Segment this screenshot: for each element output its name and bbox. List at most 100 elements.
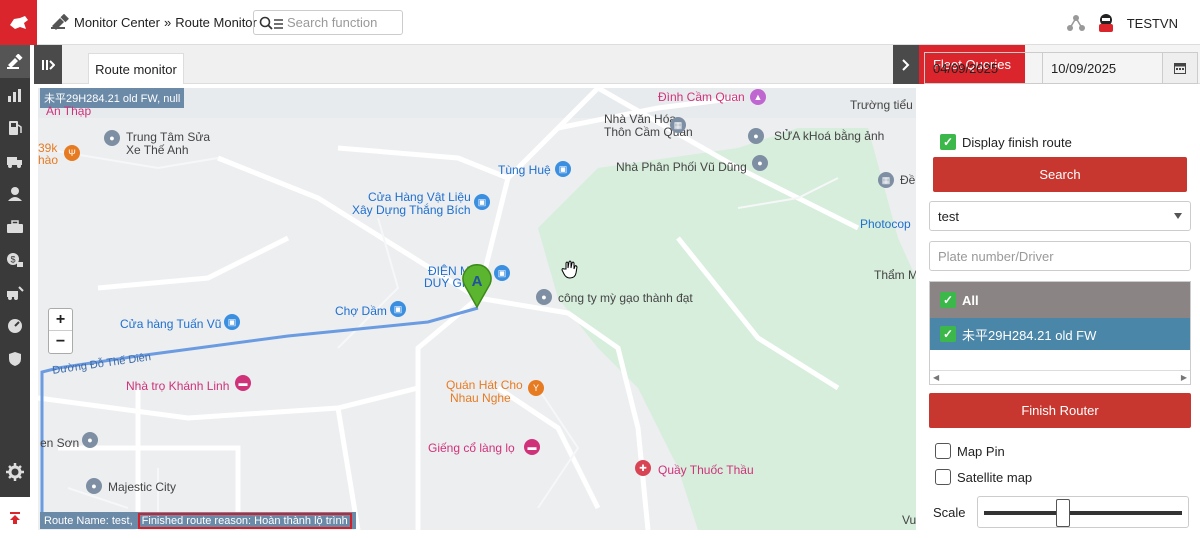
avatar[interactable] <box>1095 12 1117 34</box>
place-label: Trung Tâm Sửa <box>126 130 211 144</box>
sidebar-item-maintenance[interactable] <box>0 276 30 309</box>
place-label: Cửa Hàng Vật Liệu <box>368 190 471 204</box>
zoom-in-button[interactable]: + <box>49 309 72 331</box>
date-from-field[interactable]: 04/09/2025 <box>924 52 1043 84</box>
sidebar: $ <box>0 45 30 538</box>
cart-icon: ▣ <box>224 314 240 330</box>
gauge-icon <box>8 318 22 333</box>
vehicle-list: ✓ All ✓ 未平29H284.21 old FW ◀ ▶ <box>929 281 1191 385</box>
temple-icon: ▲ <box>750 89 766 105</box>
driver-icon <box>8 186 22 201</box>
place-label: công ty mỳ gạo thành đạt <box>558 291 693 305</box>
place-label: hào <box>38 153 59 167</box>
monitor-icon <box>7 53 23 69</box>
sidebar-item-monitor[interactable] <box>0 45 30 78</box>
place-label: An Thạp <box>46 104 92 118</box>
scroll-left-icon[interactable]: ◀ <box>933 373 939 382</box>
place-label: Nhà trọ Khánh Linh <box>126 379 230 393</box>
shop-icon: ▣ <box>555 161 571 177</box>
satellite-map-label: Satellite map <box>957 469 1033 485</box>
sidebar-item-drivers[interactable] <box>0 177 30 210</box>
tab-route-monitor[interactable]: Route monitor <box>88 53 184 84</box>
calendar-button[interactable] <box>1162 52 1198 84</box>
network-icon[interactable] <box>1066 14 1085 32</box>
sidebar-item-business[interactable] <box>0 210 30 243</box>
place-label: Tùng Huệ <box>498 163 551 177</box>
zoom-out-button[interactable]: − <box>49 331 72 353</box>
sidebar-item-vehicles[interactable] <box>0 144 30 177</box>
shop-icon: ▣ <box>494 265 510 281</box>
search-input[interactable]: Search function <box>253 10 403 35</box>
place-label: DUY GI <box>424 276 466 290</box>
display-finish-route-checkbox[interactable]: ✓ Display finish route <box>940 134 1072 150</box>
search-button[interactable]: Search <box>933 157 1187 192</box>
place-label: Photocop <box>860 217 911 231</box>
checkbox-box <box>935 469 951 485</box>
place-label: Quầy Thuốc Thầu <box>658 463 754 477</box>
list-item-vehicle[interactable]: ✓ 未平29H284.21 old FW <box>930 318 1190 350</box>
plate-driver-input[interactable]: Plate number/Driver <box>929 241 1191 271</box>
fuel-icon <box>9 120 22 135</box>
search-icon <box>259 16 283 30</box>
monitor-icon <box>51 14 69 30</box>
vehicle-label: 未平29H284.21 old FW <box>962 327 1097 343</box>
gear-icon <box>6 462 24 481</box>
sidebar-item-fuel[interactable] <box>0 111 30 144</box>
zoom-control: + − <box>48 308 73 354</box>
sidebar-item-finance[interactable]: $ <box>0 243 30 276</box>
date-to-field[interactable]: 10/09/2025 <box>1042 52 1163 84</box>
place-label: en Sơn <box>40 436 80 450</box>
sidebar-item-dashboard[interactable] <box>0 309 30 342</box>
slider-thumb[interactable] <box>1056 499 1070 527</box>
app-logo[interactable] <box>0 0 37 45</box>
collapse-sidebar-button[interactable] <box>34 45 62 84</box>
place-label: Thẩm M <box>874 268 916 282</box>
toggle-panel-button[interactable] <box>893 45 919 84</box>
poi-marker-icon: ● <box>82 432 98 448</box>
scale-slider[interactable] <box>977 496 1189 528</box>
sidebar-item-security[interactable] <box>0 342 30 375</box>
route-select-value: test <box>938 208 959 224</box>
user-name: TESTVN <box>1126 15 1178 31</box>
check-icon: ✓ <box>940 134 956 150</box>
user-area[interactable]: TESTVN <box>1066 12 1178 34</box>
marker-letter: A <box>472 273 483 290</box>
arrow-up-icon <box>10 511 20 524</box>
check-icon: ✓ <box>940 292 956 308</box>
sidebar-item-reports[interactable] <box>0 78 30 111</box>
satellite-map-checkbox[interactable]: Satellite map <box>935 469 1032 485</box>
route-select[interactable]: test <box>929 201 1191 231</box>
place-label: Trường tiểu <box>850 98 913 112</box>
vehicle-wrench-icon <box>7 285 24 300</box>
list-item-all[interactable]: ✓ All <box>930 282 1190 318</box>
tab-bar <box>62 45 893 84</box>
logo-icon <box>9 15 28 29</box>
hotel-icon: ▬ <box>524 439 540 455</box>
bar-chart-icon <box>8 88 21 102</box>
hotel-icon: ▬ <box>235 375 251 391</box>
finish-router-button[interactable]: Finish Router <box>929 393 1191 428</box>
svg-text:$: $ <box>11 254 16 264</box>
building-icon: ▦ <box>670 117 686 133</box>
place-label: Xây Dựng Thắng Bích <box>352 203 471 217</box>
chevron-down-icon <box>1174 213 1182 219</box>
pharmacy-icon: ✚ <box>635 460 651 476</box>
truck-settings-icon <box>7 156 22 168</box>
poi-marker-icon: ● <box>86 478 102 494</box>
place-label: Majestic City <box>108 480 177 494</box>
horizontal-scrollbar[interactable]: ◀ ▶ <box>930 370 1190 384</box>
start-marker-icon[interactable]: A <box>461 262 493 308</box>
place-label: Giếng cổ làng lọ <box>428 441 515 455</box>
map-pin-checkbox[interactable]: Map Pin <box>935 443 1005 459</box>
map-view[interactable]: 未平29H284.21 old FW, null An Thạp ● Trung… <box>38 88 916 530</box>
display-finish-route-label: Display finish route <box>962 134 1072 150</box>
breadcrumb-monitor-center[interactable]: Monitor Center <box>74 15 160 30</box>
scroll-right-icon[interactable]: ▶ <box>1181 373 1187 382</box>
breadcrumb-route-monitor[interactable]: Route Monitor <box>175 15 257 30</box>
briefcase-icon <box>7 219 23 233</box>
shield-icon <box>9 351 21 366</box>
sidebar-item-settings[interactable] <box>0 455 30 488</box>
finish-reason: Finished route reason: Hoàn thành lộ trì… <box>137 512 352 529</box>
scroll-top-button[interactable] <box>0 497 30 538</box>
place-label: Nhà Phân Phối Vũ Dũng <box>616 160 747 174</box>
